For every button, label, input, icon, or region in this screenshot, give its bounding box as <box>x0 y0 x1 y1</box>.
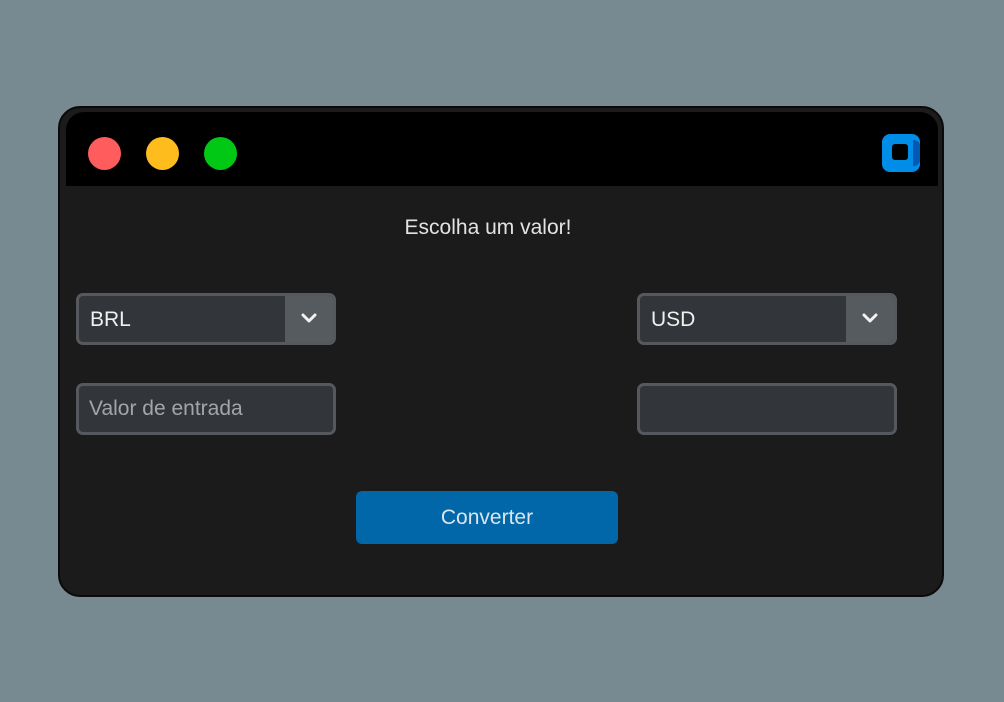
to-currency-value: USD <box>651 308 696 331</box>
input-value-field[interactable] <box>79 386 333 432</box>
chevron-down-icon <box>301 313 317 323</box>
maximize-button[interactable] <box>204 137 237 170</box>
title-bar <box>66 112 938 186</box>
app-window: Escolha um valor! BRL USD Converter <box>58 106 944 597</box>
output-value-field-wrapper <box>637 383 897 435</box>
prompt-label: Escolha um valor! <box>404 216 572 239</box>
to-currency-dropdown-button[interactable] <box>846 296 894 342</box>
close-button[interactable] <box>88 137 121 170</box>
square-app-icon <box>882 134 920 172</box>
chevron-down-icon <box>862 313 878 323</box>
from-currency-dropdown-button[interactable] <box>285 296 333 342</box>
output-value-field[interactable] <box>640 386 894 432</box>
minimize-button[interactable] <box>146 137 179 170</box>
from-currency-select[interactable]: BRL <box>76 293 336 345</box>
from-currency-value: BRL <box>90 308 131 331</box>
input-value-field-wrapper <box>76 383 336 435</box>
convert-button[interactable]: Converter <box>356 491 618 544</box>
to-currency-select[interactable]: USD <box>637 293 897 345</box>
